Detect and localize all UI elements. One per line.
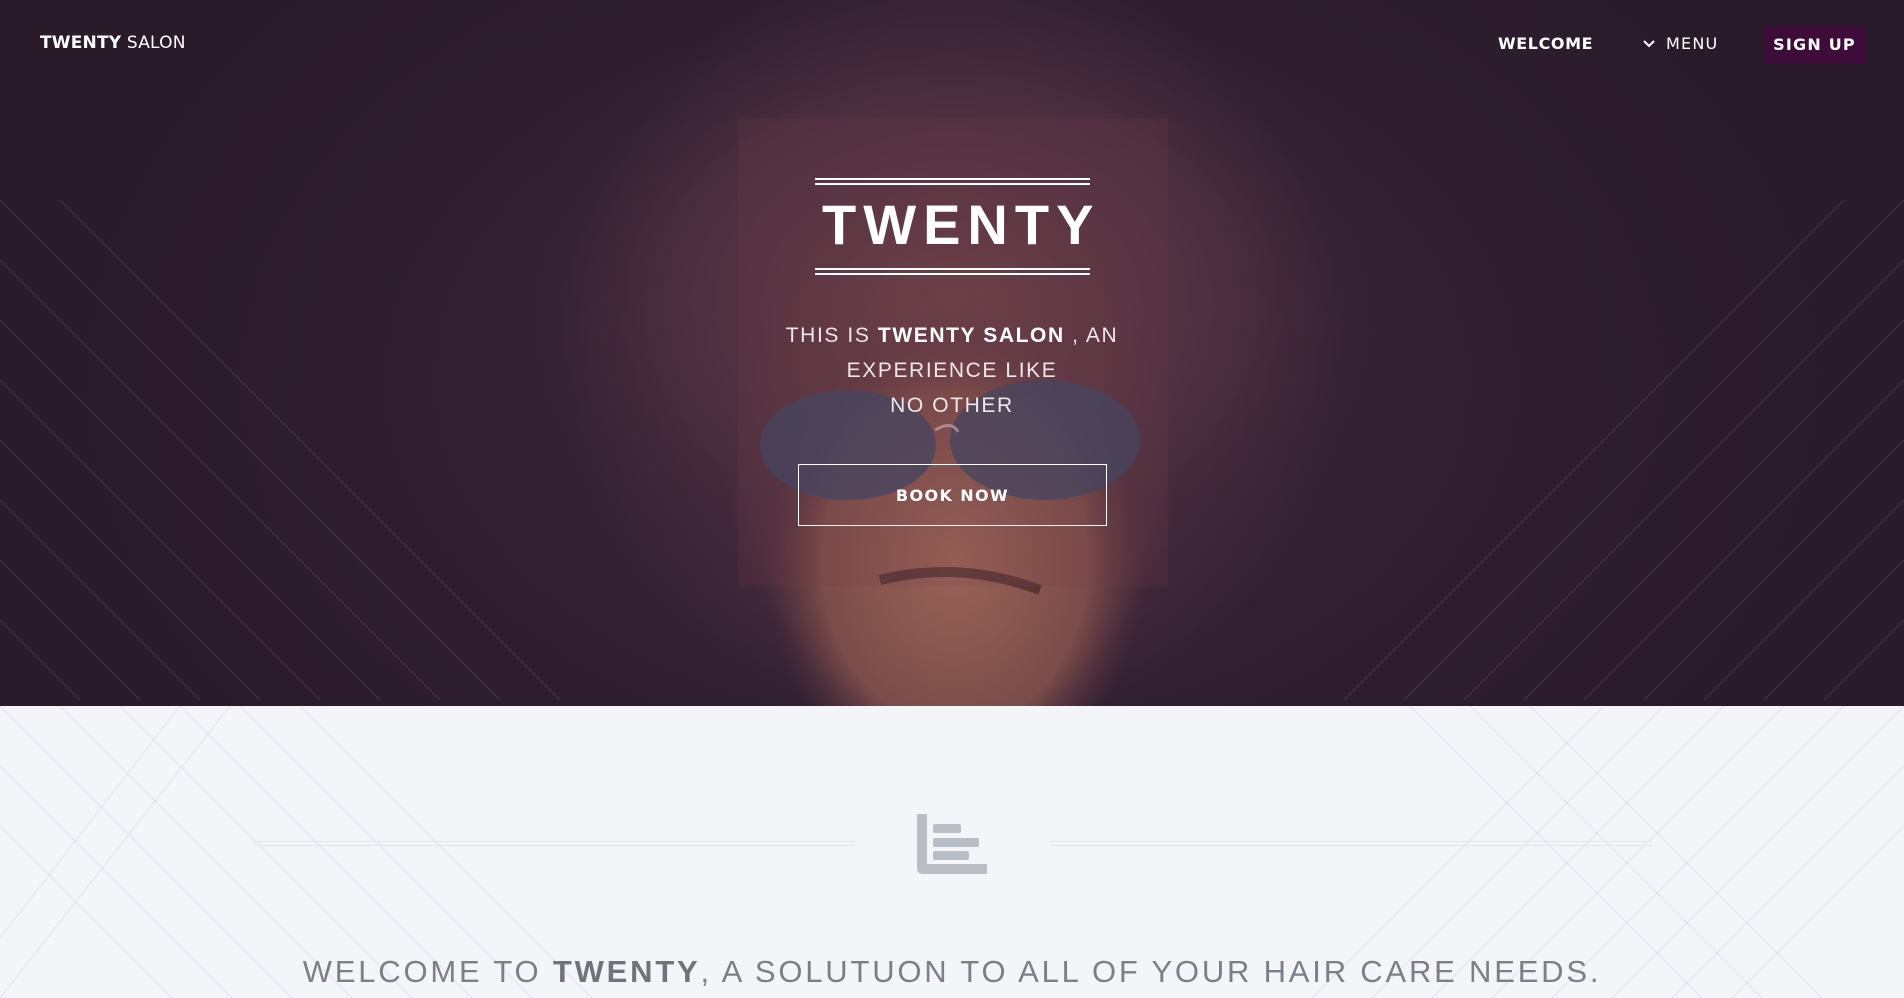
intro-heading: WELCOME TO TWENTY, A SOLUTUON TO ALL OF … <box>0 954 1904 990</box>
tagline-brand: TWENTY SALON <box>877 324 1065 347</box>
intro-prefix: WELCOME TO <box>302 954 553 989</box>
intro-suffix: , A SOLUTUON TO ALL OF YOUR HAIR CARE NE… <box>700 954 1602 989</box>
hero-title: TWENTY <box>822 193 1101 256</box>
tagline-prefix: THIS IS <box>785 324 878 347</box>
nav-menu-label: MENU <box>1666 34 1719 53</box>
hero-title-block: TWENTY <box>815 178 1101 275</box>
chevron-down-icon <box>1643 39 1655 47</box>
brand-name-strong: TWENTY <box>40 33 122 53</box>
hero-tagline: THIS IS TWENTY SALON , AN EXPERIENCE LIK… <box>770 318 1134 423</box>
title-rule-bottom-1 <box>815 268 1090 270</box>
nav-welcome-link[interactable]: WELCOME <box>1498 34 1593 53</box>
tagline-line-3: NO OTHER <box>890 394 1014 417</box>
bar-chart-icon <box>917 814 987 874</box>
sign-up-button[interactable]: SIGN UP <box>1763 26 1866 63</box>
brand-logo[interactable]: TWENTY SALON <box>40 33 186 53</box>
section-divider-right <box>1050 841 1652 846</box>
tagline-line-2: EXPERIENCE LIKE <box>846 359 1058 382</box>
nav-menu-toggle[interactable]: MENU <box>1642 34 1718 53</box>
intro-brand: TWENTY <box>552 954 701 989</box>
title-rule-bottom-2 <box>815 273 1090 275</box>
title-rule-top-1 <box>815 178 1090 180</box>
section-divider-left <box>253 841 855 846</box>
intro-section: WELCOME TO TWENTY, A SOLUTUON TO ALL OF … <box>0 706 1904 998</box>
tagline-suffix: , AN <box>1064 324 1119 347</box>
brand-name-light: SALON <box>126 33 186 53</box>
top-navigation: TWENTY SALON WELCOME MENU SIGN UP <box>0 0 1904 90</box>
book-now-button[interactable]: BOOK NOW <box>798 464 1107 526</box>
